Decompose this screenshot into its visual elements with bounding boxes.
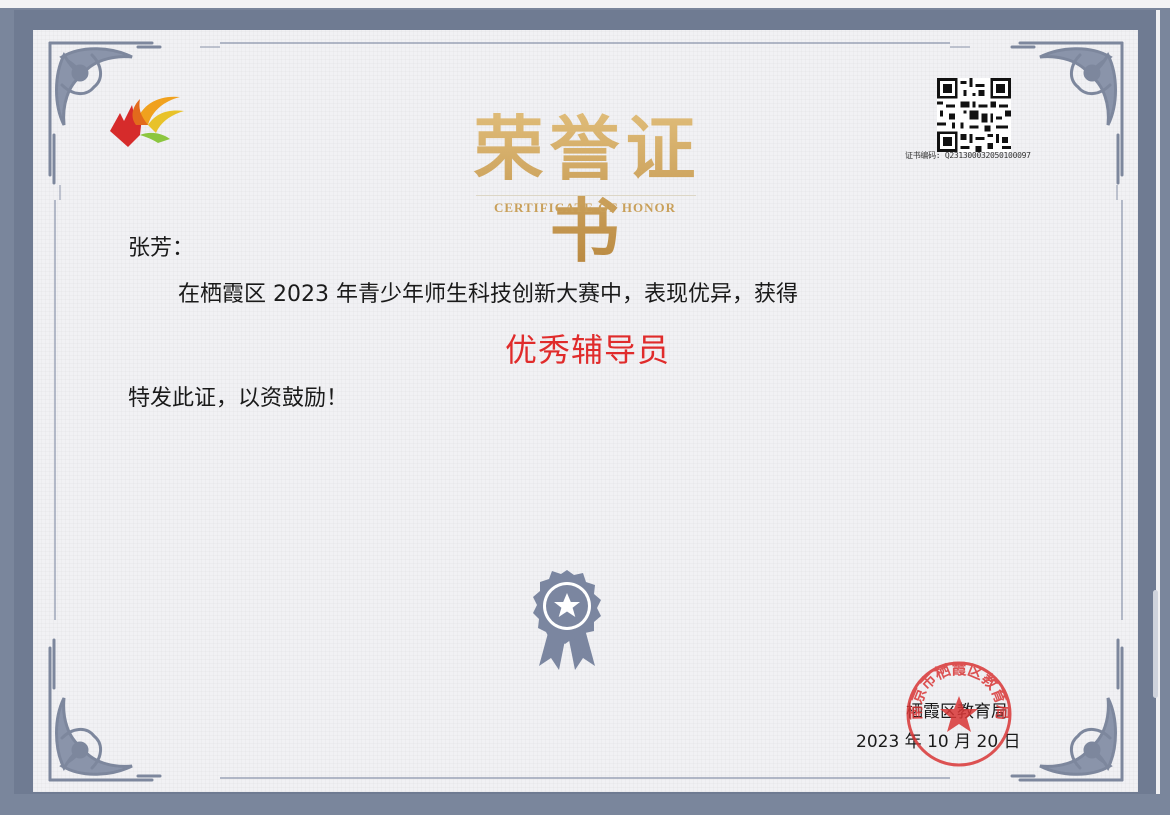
- certificate-number: 证书编码: Q231300032050100097: [905, 151, 1031, 160]
- subtitle-rule: [476, 195, 696, 196]
- logo-icon: [110, 96, 184, 147]
- certificate-title: 荣誉证书: [440, 108, 735, 272]
- award-badge-icon: [533, 570, 601, 670]
- certificate-closing: 特发此证，以资鼓励！: [128, 386, 349, 411]
- corner-ornament-bottom-right-icon: [1010, 638, 1124, 782]
- qr-code-icon: [937, 78, 1011, 152]
- certificate-subtitle: CERTIFICATE OF HONOR: [493, 200, 677, 215]
- official-seal-icon: 南京市栖霞区教育局: [906, 660, 1012, 767]
- scrollbar[interactable]: [1153, 590, 1158, 698]
- recipient-name: 张芳：: [128, 236, 195, 261]
- certificate-body: 在栖霞区 2023 年青少年师生科技创新大赛中，表现优异，获得: [178, 282, 798, 307]
- award-title: 优秀辅导员: [505, 331, 671, 369]
- corner-ornament-top-right-icon: [1010, 41, 1124, 185]
- corner-ornament-bottom-left-icon: [48, 638, 162, 782]
